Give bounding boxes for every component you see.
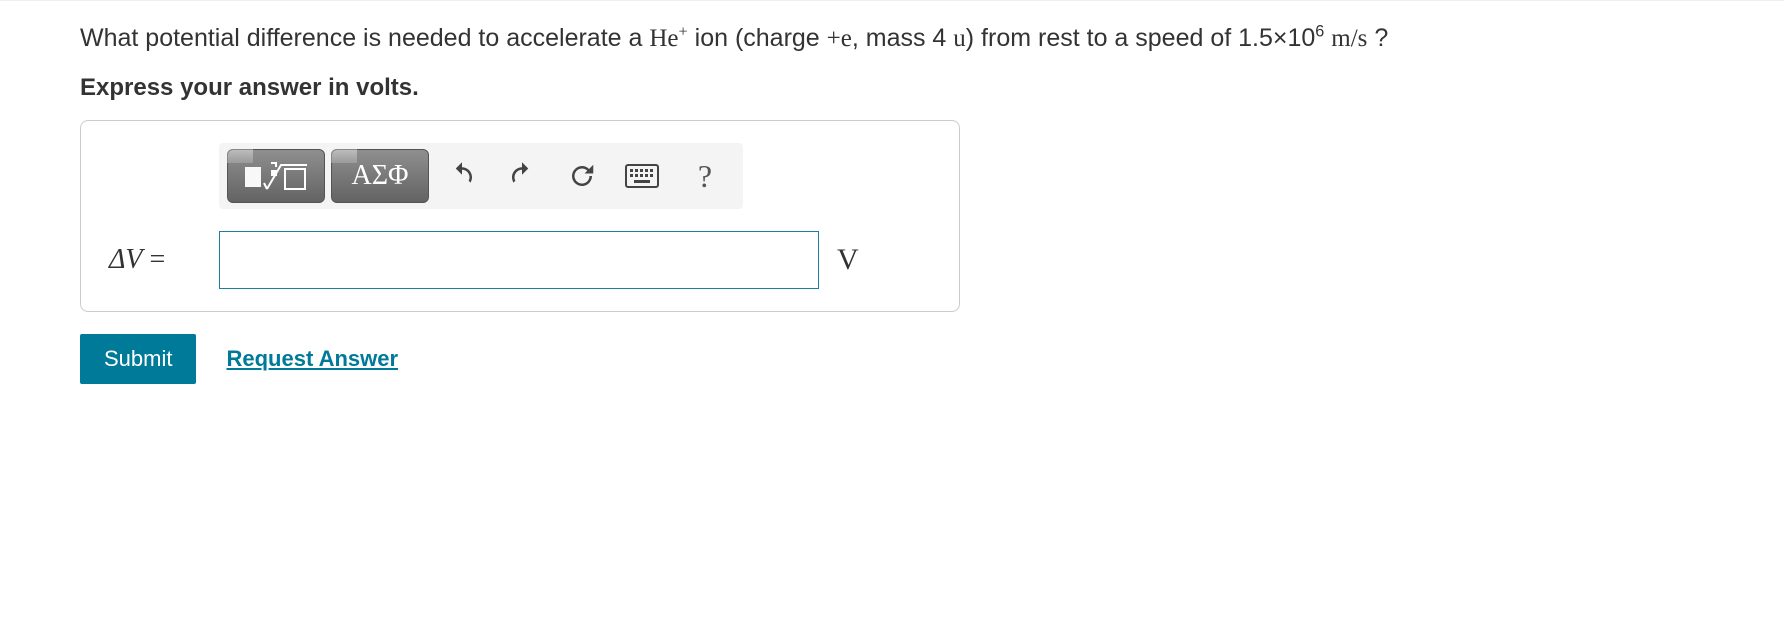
variable-label: ΔV = (109, 244, 201, 276)
redo-button[interactable] (495, 149, 549, 203)
help-button[interactable]: ? (675, 149, 735, 203)
equation-toolbar: ΑΣΦ ? (219, 143, 743, 209)
answer-box: ΑΣΦ ? ΔV = V (80, 120, 960, 312)
undo-button[interactable] (435, 149, 489, 203)
answer-input[interactable] (219, 231, 819, 289)
greek-letters-button[interactable]: ΑΣΦ (331, 149, 429, 203)
request-answer-link[interactable]: Request Answer (226, 346, 398, 372)
keyboard-button[interactable] (615, 149, 669, 203)
reset-button[interactable] (555, 149, 609, 203)
submit-button[interactable]: Submit (80, 334, 196, 384)
question-text: What potential difference is needed to a… (80, 21, 1704, 56)
unit-label: V (837, 243, 859, 277)
math-templates-button[interactable] (227, 149, 325, 203)
instruction-text: Express your answer in volts. (80, 74, 1704, 102)
